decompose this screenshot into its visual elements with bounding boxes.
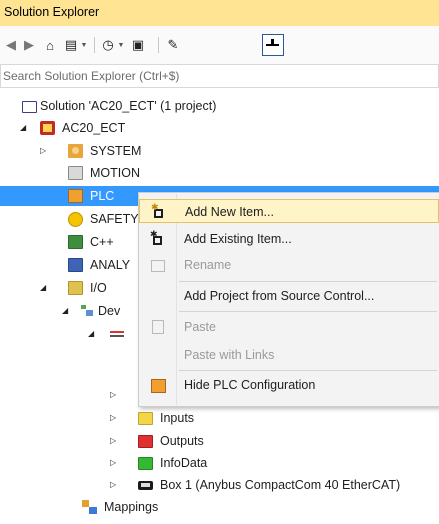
tree-item-label: PLC (90, 189, 115, 203)
collapsed-arrow-icon[interactable]: ▷ (110, 431, 116, 451)
tree-item-label: MOTION (90, 166, 140, 180)
tree-item-label: SYSTEM (90, 144, 142, 158)
collapse-all-icon[interactable]: ▣ (130, 36, 146, 54)
menu-item-label: Hide PLC Configuration (184, 378, 316, 392)
analytics-icon (68, 258, 83, 272)
tree-item-label: InfoData (160, 456, 208, 470)
infodata-icon (138, 457, 153, 470)
collapsed-arrow-icon[interactable]: ▷ (110, 475, 116, 495)
twincat-project-icon (40, 121, 55, 135)
io-icon (68, 281, 83, 295)
menu-item-label: Add Existing Item... (184, 232, 292, 246)
collapsed-arrow-icon[interactable]: ▷ (110, 408, 116, 428)
window-title: Solution Explorer (4, 5, 100, 19)
toolbar: ◀ ▶ ⌂ ▤ ▼ ◷ ▼ ▣ ✎ (0, 26, 439, 64)
tree-item-label: Solution 'AC20_ECT' (1 project) (40, 99, 217, 113)
devices-icon (80, 304, 93, 316)
tree-item-inputs[interactable]: ▷ Inputs (0, 408, 439, 428)
tree-item-label: ANALY (90, 258, 131, 272)
solution-explorer-titlebar: Solution Explorer (0, 0, 439, 27)
tree-item-box1[interactable]: ▷ Box 1 (Anybus CompactCom 40 EtherCAT) (0, 475, 439, 495)
tree-item-motion[interactable]: MOTION (0, 163, 439, 183)
collapsed-arrow-icon[interactable]: ▷ (110, 453, 116, 473)
safety-icon (68, 212, 83, 227)
collapsed-arrow-icon[interactable]: ▷ (110, 385, 116, 405)
chevron-down-icon[interactable]: ▼ (80, 36, 88, 54)
rename-icon (151, 260, 165, 272)
add-new-item-icon: ✱ (151, 203, 166, 219)
paste-icon (152, 320, 164, 334)
menu-item-hide-plc-configuration[interactable]: Hide PLC Configuration (139, 373, 439, 397)
forward-icon[interactable]: ▶ (22, 36, 36, 54)
tree-item-solution[interactable]: Solution 'AC20_ECT' (1 project) (0, 96, 439, 116)
tree-item-system[interactable]: ▷ SYSTEM (0, 141, 439, 161)
search-input[interactable]: Search Solution Explorer (Ctrl+$) (0, 64, 439, 88)
toolbar-separator (94, 37, 95, 53)
solution-icon (22, 101, 37, 113)
menu-separator (179, 311, 437, 312)
expanded-arrow-icon[interactable]: ◢ (20, 118, 26, 138)
menu-separator (179, 281, 437, 282)
tree-item-outputs[interactable]: ▷ Outputs (0, 431, 439, 451)
menu-item-add-existing-item[interactable]: ✱ Add Existing Item... (139, 227, 439, 251)
box-device-icon (138, 481, 153, 490)
tree-item-label: Dev (98, 304, 121, 318)
tree-item-infodata[interactable]: ▷ InfoData (0, 453, 439, 473)
context-menu: ✱ Add New Item... ✱ Add Existing Item...… (138, 192, 439, 407)
menu-item-add-new-item[interactable]: ✱ Add New Item... (139, 199, 439, 223)
collapsed-arrow-icon[interactable]: ▷ (40, 141, 46, 161)
tree-item-label: Box 1 (Anybus CompactCom 40 EtherCAT) (160, 478, 401, 492)
menu-item-paste[interactable]: Paste (139, 315, 439, 339)
menu-item-label: Add Project from Source Control... (184, 289, 375, 303)
menu-item-label: Paste with Links (184, 348, 275, 362)
ethercat-master-icon (110, 329, 124, 339)
menu-item-label: Add New Item... (185, 205, 274, 219)
back-icon[interactable]: ◀ (4, 36, 18, 54)
menu-item-label: Rename (184, 258, 232, 272)
toolbar-separator (158, 37, 159, 53)
tree-item-label: AC20_ECT (62, 121, 126, 135)
menu-item-add-project-from-source-control[interactable]: Add Project from Source Control... (139, 284, 439, 308)
system-icon (68, 144, 83, 158)
motion-icon (68, 166, 83, 180)
chevron-down-icon[interactable]: ▼ (117, 36, 125, 54)
tree-item-label: Inputs (160, 411, 195, 425)
mappings-icon (82, 500, 97, 514)
properties-icon[interactable]: ✎ (164, 36, 182, 54)
outputs-icon (138, 435, 153, 448)
expanded-arrow-icon[interactable]: ◢ (40, 278, 46, 298)
tree-item-label: I/O (90, 281, 107, 295)
tree-item-mappings[interactable]: Mappings (0, 497, 439, 517)
tree-item-project[interactable]: ◢ AC20_ECT (0, 118, 439, 138)
switch-views-icon[interactable]: ▤ (62, 36, 80, 54)
menu-separator (179, 370, 437, 371)
plc-icon (151, 379, 166, 393)
add-existing-item-icon: ✱ (150, 230, 165, 246)
tree-item-label: Mappings (104, 500, 159, 514)
tree-item-label: C++ (90, 235, 114, 249)
home-icon[interactable]: ⌂ (42, 36, 58, 54)
tree-item-label: SAFETY (90, 212, 139, 226)
inputs-icon (138, 412, 153, 425)
expanded-arrow-icon[interactable]: ◢ (88, 324, 94, 344)
history-icon[interactable]: ◷ (100, 36, 116, 54)
search-placeholder: Search Solution Explorer (Ctrl+$) (3, 69, 180, 83)
menu-item-paste-with-links[interactable]: Paste with Links (139, 343, 439, 367)
tree-item-label: Outputs (160, 434, 204, 448)
expanded-arrow-icon[interactable]: ◢ (62, 301, 68, 321)
pin-icon[interactable] (262, 34, 284, 56)
cpp-icon (68, 235, 83, 249)
menu-item-rename[interactable]: Rename (139, 253, 439, 277)
menu-item-label: Paste (184, 320, 216, 334)
plc-icon (68, 189, 83, 203)
